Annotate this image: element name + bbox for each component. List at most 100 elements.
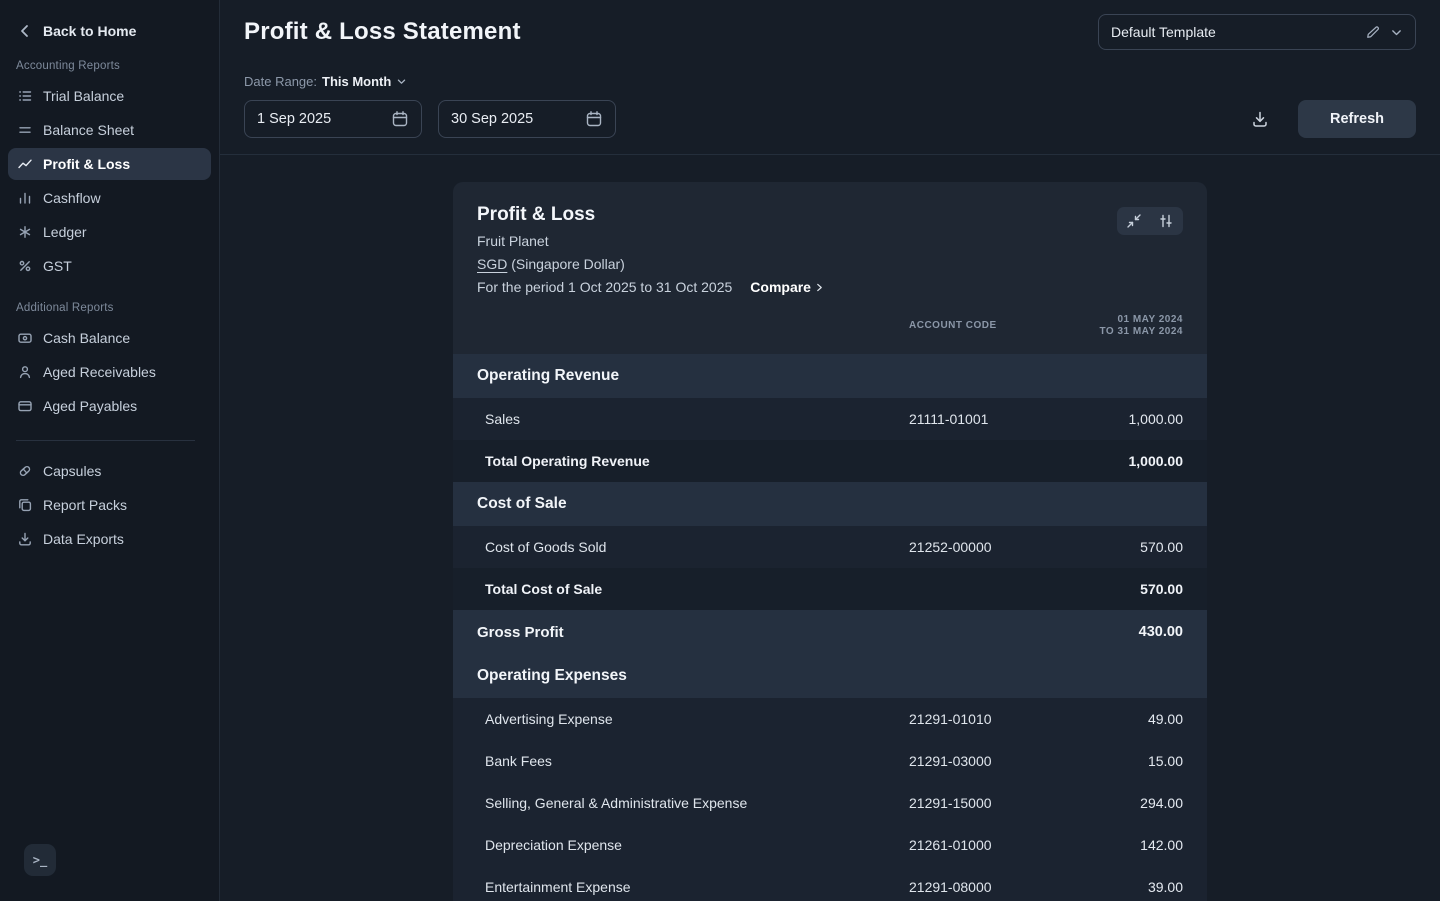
sidebar-item-label: Trial Balance xyxy=(43,88,125,104)
report-row[interactable]: Entertainment Expense 21291-08000 39.00 xyxy=(453,866,1207,901)
report-actions xyxy=(1117,207,1183,235)
content-area: Profit & Loss Fruit Planet SGD (Singapor… xyxy=(220,155,1440,901)
report-row[interactable]: Selling, General & Administrative Expens… xyxy=(453,782,1207,824)
page-header: Profit & Loss Statement Default Template xyxy=(220,0,1440,64)
sidebar-item-label: Balance Sheet xyxy=(43,122,135,138)
sidebar-item-label: Ledger xyxy=(43,224,87,240)
report-currency: SGD (Singapore Dollar) xyxy=(477,256,825,273)
chevron-down-icon xyxy=(396,76,407,87)
report-row: Total Cost of Sale 570.00 xyxy=(453,568,1207,610)
end-date-value: 30 Sep 2025 xyxy=(451,111,534,127)
sidebar-item-label: Cash Balance xyxy=(43,330,131,346)
row-amount: 1,000.00 xyxy=(1128,411,1184,427)
compare-link[interactable]: Compare xyxy=(750,279,825,296)
sidebar-nav: Accounting Reports Trial Balance Balance S… xyxy=(0,60,219,555)
row-amount: 142.00 xyxy=(1140,837,1183,853)
gst-icon xyxy=(17,258,33,274)
sidebar-item-profit-loss[interactable]: Profit & Loss xyxy=(8,148,211,180)
terminal-button[interactable]: >_ xyxy=(24,844,56,876)
aged-receivables-icon xyxy=(17,364,33,380)
filters-bar: Date Range: This Month 1 Sep 2025 30 Sep… xyxy=(220,64,1440,138)
row-label: Operating Revenue xyxy=(477,367,620,384)
report-title: Profit & Loss xyxy=(477,204,596,225)
report-row: Gross Profit 430.00 xyxy=(453,610,1207,654)
row-amount: 1,000.00 xyxy=(1128,453,1184,469)
filter-settings-button[interactable] xyxy=(1151,209,1181,233)
sidebar-item-cashflow[interactable]: Cashflow xyxy=(8,182,211,214)
report-row[interactable]: Cost of Goods Sold 21252-00000 570.00 xyxy=(453,526,1207,568)
trial-balance-icon xyxy=(17,88,33,104)
report-section-header: Operating Revenue xyxy=(453,354,1207,398)
chevron-left-icon xyxy=(16,22,34,40)
sidebar-item-label: Report Packs xyxy=(43,497,128,513)
chevron-down-icon xyxy=(1390,26,1403,39)
sidebar-item-report-packs[interactable]: Report Packs xyxy=(8,489,211,521)
row-amount: 430.00 xyxy=(1138,624,1183,640)
row-label: Advertising Expense xyxy=(485,711,613,727)
balance-sheet-icon xyxy=(17,122,33,138)
back-to-home-button[interactable]: Back to Home xyxy=(0,0,219,40)
sidebar-item-label: Capsules xyxy=(43,463,102,479)
data-exports-icon xyxy=(17,531,33,547)
row-account-code: 21252-00000 xyxy=(909,539,992,555)
ledger-icon xyxy=(17,224,33,240)
collapse-button[interactable] xyxy=(1119,209,1149,233)
report-row[interactable]: Depreciation Expense 21261-01000 142.00 xyxy=(453,824,1207,866)
row-amount: 15.00 xyxy=(1147,753,1183,769)
pencil-icon[interactable] xyxy=(1366,25,1380,39)
row-account-code: 21291-15000 xyxy=(909,795,992,811)
row-account-code: 21291-08000 xyxy=(909,879,992,895)
report-row[interactable]: Bank Fees 21291-03000 15.00 xyxy=(453,740,1207,782)
chevron-right-icon xyxy=(814,282,825,293)
page-title: Profit & Loss Statement xyxy=(244,18,521,45)
template-selector[interactable]: Default Template xyxy=(1098,14,1416,50)
row-label: Cost of Goods Sold xyxy=(485,539,607,555)
row-label: Sales xyxy=(485,411,521,427)
filter-row: 1 Sep 2025 30 Sep 2025 Refresh xyxy=(244,100,1416,138)
report-card: Profit & Loss Fruit Planet SGD (Singapor… xyxy=(453,182,1207,901)
row-label: Total Cost of Sale xyxy=(485,581,603,597)
sidebar-item-gst[interactable]: GST xyxy=(8,250,211,282)
sidebar-item-trial-balance[interactable]: Trial Balance xyxy=(8,80,211,112)
row-account-code: 21261-01000 xyxy=(909,837,992,853)
compare-label: Compare xyxy=(750,279,811,295)
report-row: Total Operating Revenue 1,000.00 xyxy=(453,440,1207,482)
refresh-button[interactable]: Refresh xyxy=(1298,100,1416,138)
report-row[interactable]: Sales 21111-01001 1,000.00 xyxy=(453,398,1207,440)
report-rows: Operating Revenue Sales 21111-01001 1,000.0… xyxy=(453,354,1207,901)
sidebar-item-ledger[interactable]: Ledger xyxy=(8,216,211,248)
report-company: Fruit Planet xyxy=(477,233,549,249)
date-range-dropdown[interactable]: Date Range: This Month xyxy=(244,72,1416,90)
row-label: Operating Expenses xyxy=(477,667,627,684)
row-label: Selling, General & Administrative Expens… xyxy=(485,795,748,811)
end-date-input[interactable]: 30 Sep 2025 xyxy=(438,100,616,138)
row-account-code: 21291-01010 xyxy=(909,711,992,727)
sidebar-item-capsules[interactable]: Capsules xyxy=(8,455,211,487)
sidebar-item-label: Data Exports xyxy=(43,531,124,547)
sidebar-item-label: Cashflow xyxy=(43,190,101,206)
template-selector-value: Default Template xyxy=(1111,24,1216,40)
date-range-value: This Month xyxy=(322,73,392,89)
report-row[interactable]: Advertising Expense 21291-01010 49.00 xyxy=(453,698,1207,740)
calendar-icon xyxy=(585,110,603,128)
cash-balance-icon xyxy=(17,330,33,346)
row-label: Gross Profit xyxy=(477,623,564,641)
account-code-header: ACCOUNT CODE xyxy=(909,320,997,331)
sidebar-item-aged-payables[interactable]: Aged Payables xyxy=(8,390,211,422)
sidebar-item-balance-sheet[interactable]: Balance Sheet xyxy=(8,114,211,146)
download-button[interactable] xyxy=(1242,101,1278,137)
report-header: Profit & Loss Fruit Planet SGD (Singapor… xyxy=(453,182,1207,302)
download-icon xyxy=(1250,109,1270,129)
sidebar-item-label: Aged Payables xyxy=(43,398,138,414)
sidebar-item-aged-receivables[interactable]: Aged Receivables xyxy=(8,356,211,388)
row-amount: 570.00 xyxy=(1140,581,1183,597)
sidebar-item-label: GST xyxy=(43,258,72,274)
row-label: Depreciation Expense xyxy=(485,837,622,853)
start-date-input[interactable]: 1 Sep 2025 xyxy=(244,100,422,138)
terminal-icon: >_ xyxy=(32,853,48,867)
row-amount: 49.00 xyxy=(1147,711,1183,727)
sidebar-item-data-exports[interactable]: Data Exports xyxy=(8,523,211,555)
currency-code-link[interactable]: SGD xyxy=(477,256,507,272)
report-packs-icon xyxy=(17,497,33,513)
sidebar-item-cash-balance[interactable]: Cash Balance xyxy=(8,322,211,354)
